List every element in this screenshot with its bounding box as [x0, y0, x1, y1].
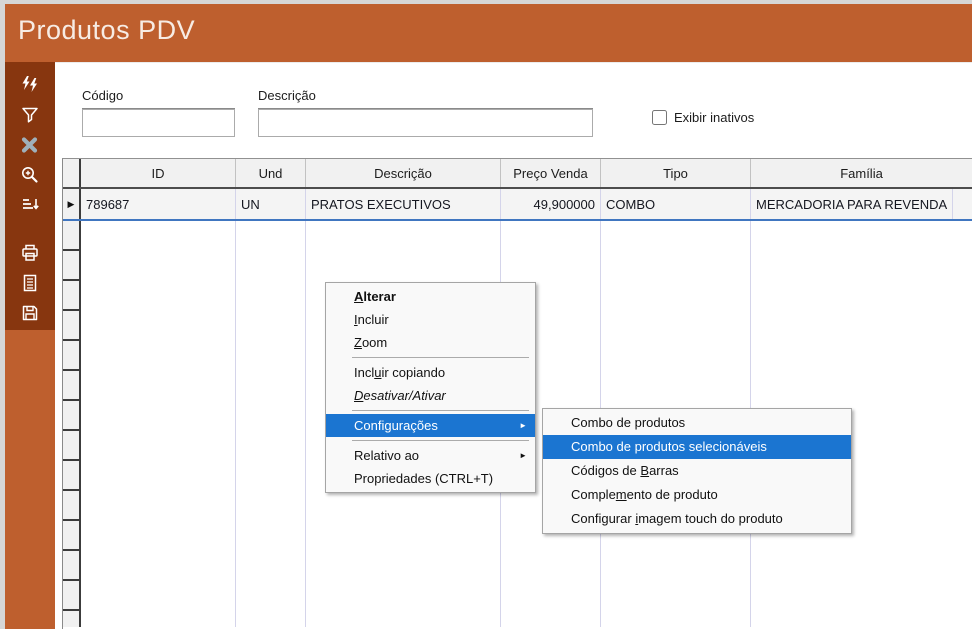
content-panel: Código Descrição Exibir inativos ID Und … [55, 62, 972, 629]
window-titlebar: Produtos PDV [5, 4, 972, 62]
menu-item-label: Configurações [354, 418, 438, 433]
sort-icon[interactable] [15, 190, 45, 220]
save-icon[interactable] [15, 298, 45, 328]
menu-separator [352, 440, 529, 441]
submenu-item-complemento-de-produto[interactable]: Complemento de produto [543, 483, 851, 507]
grid-column-separator [305, 221, 306, 627]
descricao-input[interactable] [258, 109, 593, 137]
grid-row-selector-cell[interactable] [63, 491, 79, 521]
menu-item-label: Desativar/Ativar [354, 388, 446, 403]
menu-item-label: Incluir [354, 312, 389, 327]
codigo-input[interactable] [82, 109, 235, 137]
menu-item-label: Configurar imagem touch do produto [571, 511, 783, 526]
menu-item-incluir-copiando[interactable]: Incluir copiando [326, 361, 535, 384]
menu-item-label: Combo de produtos [571, 415, 685, 430]
menu-separator [352, 410, 529, 411]
cell-id: 789687 [81, 189, 236, 219]
menu-item-incluir[interactable]: Incluir [326, 308, 535, 331]
column-header-descricao[interactable]: Descrição [306, 159, 501, 187]
grid-row-selector-cell[interactable] [63, 251, 79, 281]
menu-item-label: Complemento de produto [571, 487, 718, 502]
menu-item-desativar-ativar[interactable]: Desativar/Ativar [326, 384, 535, 407]
sidebar-toolbar [5, 62, 55, 330]
submenu-item-combo-de-produtos-selecionaveis[interactable]: Combo de produtos selecionáveis [543, 435, 851, 459]
cell-familia: MERCADORIA PARA REVENDA [751, 189, 953, 219]
grid-row-selector-cell[interactable] [63, 521, 79, 551]
menu-item-label: Incluir copiando [354, 365, 445, 380]
grid-selector-column [63, 221, 81, 627]
grid-row-selector-cell[interactable] [63, 611, 79, 629]
submenu-item-configurar-imagem-touch[interactable]: Configurar imagem touch do produto [543, 507, 851, 531]
grid-row-selector-cell[interactable] [63, 461, 79, 491]
page-title: Produtos PDV [5, 4, 972, 46]
cell-preco-venda: 49,900000 [501, 189, 601, 219]
exibir-inativos-checkbox[interactable] [652, 110, 667, 125]
exibir-inativos-label: Exibir inativos [674, 110, 754, 125]
print-icon[interactable] [15, 238, 45, 268]
grid-row-selector-cell[interactable] [63, 371, 79, 401]
menu-item-alterar[interactable]: Alterar [326, 285, 535, 308]
submenu-item-combo-de-produtos[interactable]: Combo de produtos [543, 411, 851, 435]
grid-row-selector-cell[interactable] [63, 401, 79, 431]
cell-descricao: PRATOS EXECUTIVOS [306, 189, 501, 219]
descricao-label: Descrição [258, 88, 593, 109]
table-row[interactable]: ▶ 789687 UN PRATOS EXECUTIVOS 49,900000 … [63, 189, 972, 221]
grid-row-selector-cell[interactable] [63, 551, 79, 581]
submenu-arrow-icon: ► [519, 414, 527, 437]
column-header-preco-venda[interactable]: Preço Venda [501, 159, 601, 187]
grid-row-selector-cell[interactable] [63, 281, 79, 311]
refresh-icon[interactable] [15, 70, 45, 100]
submenu-arrow-icon: ► [519, 444, 527, 467]
menu-separator [352, 357, 529, 358]
column-header-und[interactable]: Und [236, 159, 306, 187]
column-header-id[interactable]: ID [81, 159, 236, 187]
column-header-familia[interactable]: Família [751, 159, 972, 187]
menu-item-label: Zoom [354, 335, 387, 350]
cell-tipo: COMBO [601, 189, 751, 219]
sidebar [5, 62, 55, 629]
report-icon[interactable] [15, 268, 45, 298]
menu-item-relativo-ao[interactable]: Relativo ao ► [326, 444, 535, 467]
menu-item-label: Propriedades (CTRL+T) [354, 471, 493, 486]
context-menu: Alterar Incluir Zoom Incluir copiando De… [325, 282, 536, 493]
menu-item-label: Relativo ao [354, 448, 419, 463]
menu-item-label: Alterar [354, 289, 396, 304]
grid-row-selector-cell[interactable] [63, 221, 79, 251]
app-window: Produtos PDV [0, 0, 972, 629]
submenu-item-codigos-de-barras[interactable]: Códigos de Barras [543, 459, 851, 483]
grid-row-selector-cell[interactable] [63, 341, 79, 371]
grid-column-separator [235, 221, 236, 627]
grid-row-selector-cell[interactable] [63, 581, 79, 611]
codigo-label: Código [82, 88, 235, 109]
grid-header-row: ID Und Descrição Preço Venda Tipo Famíli… [63, 159, 972, 189]
filter-icon[interactable] [15, 100, 45, 130]
menu-item-label: Códigos de Barras [571, 463, 679, 478]
exibir-inativos-row: Exibir inativos [652, 110, 754, 125]
grid-row-selector-cell[interactable] [63, 431, 79, 461]
menu-item-zoom[interactable]: Zoom [326, 331, 535, 354]
menu-item-propriedades[interactable]: Propriedades (CTRL+T) [326, 467, 535, 490]
grid-row-selector-cell[interactable] [63, 311, 79, 341]
clear-filter-icon[interactable] [15, 130, 45, 160]
cell-und: UN [236, 189, 306, 219]
grid-header-selector [63, 159, 81, 187]
window-border-left [0, 0, 5, 629]
zoom-icon[interactable] [15, 160, 45, 190]
current-row-pointer-icon: ▶ [63, 189, 81, 219]
column-header-tipo[interactable]: Tipo [601, 159, 751, 187]
menu-item-configuracoes[interactable]: Configurações ► [326, 414, 535, 437]
configuracoes-submenu: Combo de produtos Combo de produtos sele… [542, 408, 852, 534]
menu-item-label: Combo de produtos selecionáveis [571, 439, 767, 454]
